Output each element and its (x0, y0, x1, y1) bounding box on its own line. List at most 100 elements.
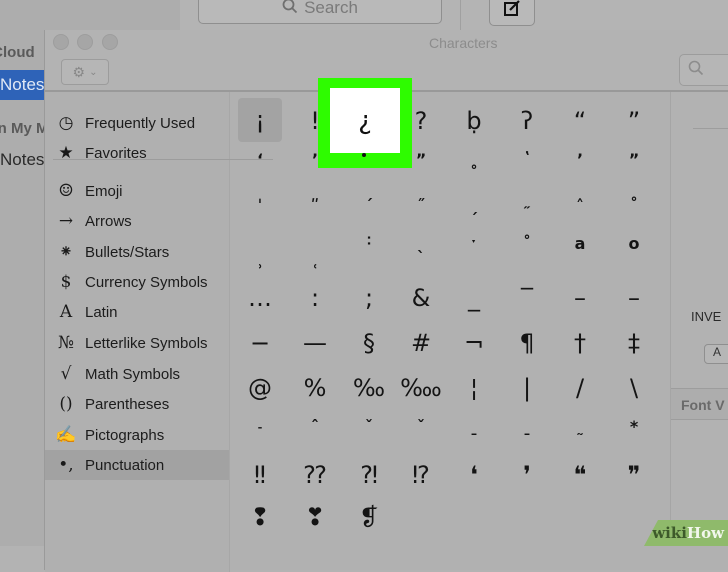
character-cell[interactable]: ⁈ (344, 460, 394, 490)
character-cell[interactable]: ˝ (396, 190, 446, 220)
character-cell[interactable]: ¡ (238, 98, 282, 142)
character-cell[interactable]: ḅ (449, 106, 499, 136)
category-item-letterlike-symbols[interactable]: № Letterlike Symbols (45, 328, 229, 358)
character-cell[interactable]: ˒ (235, 252, 285, 282)
character-cell[interactable]: ❜ (502, 460, 552, 490)
character-cell[interactable]: % (290, 373, 340, 403)
category-item-arrows[interactable]: → Arrows (45, 206, 229, 236)
character-cell[interactable]: ˚ (502, 228, 552, 258)
character-cell[interactable]: ʔ (502, 106, 552, 136)
category-item-currency-symbols[interactable]: $ Currency Symbols (45, 267, 229, 297)
character-cell[interactable]: ˏ (449, 190, 499, 220)
compose-note-button[interactable] (489, 0, 535, 26)
character-cell[interactable]: ˮ (609, 144, 659, 174)
character-cell[interactable]: ¦ (449, 373, 499, 403)
character-cell[interactable]: ❞ (609, 460, 659, 490)
category-item-punctuation[interactable]: •, Punctuation (45, 450, 229, 480)
character-cell[interactable]: ˳ (449, 144, 499, 174)
character-cell[interactable]: \ (609, 373, 659, 403)
category-item-frequently-used[interactable]: ◷ Frequently Used (45, 108, 229, 138)
character-cell[interactable]: ˎ (396, 228, 446, 258)
character-cell[interactable]: ˑ (449, 228, 499, 258)
character-cell[interactable]: “ (555, 106, 605, 136)
character-cell[interactable]: ‼ (235, 460, 285, 490)
category-item-parentheses[interactable]: () Parentheses (45, 389, 229, 419)
character-cell[interactable]: − (235, 328, 285, 358)
character-cell[interactable]: ❡ (344, 502, 394, 532)
close-window-button[interactable] (53, 34, 69, 50)
sidebar-item-icloud-notes[interactable]: Notes (0, 70, 48, 100)
category-label: Frequently Used (85, 114, 196, 132)
category-item-favorites[interactable]: ★ Favorites (45, 138, 229, 168)
character-cell[interactable]: ‾ (502, 283, 552, 313)
punctuation-icon: •, (58, 455, 74, 475)
minimize-window-button[interactable] (77, 34, 93, 50)
character-cell[interactable]: ⁉ (396, 460, 446, 490)
character-cell[interactable]: ˍ (502, 411, 552, 441)
character-cell[interactable]: ˆ (290, 411, 340, 441)
character-cell[interactable]: – (555, 283, 605, 313)
character-cell[interactable]: ˗ (235, 411, 285, 441)
character-cell[interactable]: † (555, 328, 605, 358)
zoom-window-button[interactable] (102, 34, 118, 50)
character-cell[interactable]: / (555, 373, 605, 403)
character-cell[interactable]: _ (449, 283, 499, 313)
character-cell[interactable]: ‡ (609, 328, 659, 358)
character-cell[interactable]: : (290, 283, 340, 313)
category-item-bullets-stars[interactable]: ⁕ Bullets/Stars (45, 237, 229, 267)
category-item-math-symbols[interactable]: √ Math Symbols (45, 359, 229, 389)
character-cell[interactable]: ” (609, 106, 659, 136)
character-cell[interactable]: ❢ (235, 502, 285, 532)
compose-icon (503, 0, 521, 22)
character-cell[interactable]: ; (344, 283, 394, 313)
character-cell[interactable]: — (290, 328, 340, 358)
character-cell[interactable]: # (396, 328, 446, 358)
category-item-latin[interactable]: A Latin (45, 297, 229, 327)
character-cell[interactable]: ʻ (235, 144, 285, 174)
category-item-emoji[interactable]: ☺ Emoji (45, 176, 229, 206)
character-cell[interactable]: ʽ (502, 144, 552, 174)
character-cell[interactable]: * (609, 411, 659, 441)
font-variation-header[interactable]: Font V (671, 388, 728, 420)
character-cell[interactable]: o (609, 228, 659, 258)
character-cell[interactable]: ❝ (555, 460, 605, 490)
character-cell[interactable]: ˇ (396, 411, 446, 441)
category-item-pictographs[interactable]: ✍ Pictographs (45, 420, 229, 450)
character-cell[interactable]: & (396, 283, 446, 313)
character-cell[interactable]: ˇ (344, 411, 394, 441)
character-cell[interactable]: § (344, 328, 394, 358)
add-to-favorites-button[interactable]: A (704, 344, 728, 364)
character-cell[interactable]: ˓ (290, 252, 340, 282)
highlighted-character-cell[interactable]: ¿ (318, 78, 412, 168)
character-cell[interactable]: a (555, 228, 605, 258)
character-cell[interactable]: ʼ (555, 144, 605, 174)
character-cell[interactable]: ʺ (290, 190, 340, 220)
character-cell[interactable]: ˍ (449, 411, 499, 441)
notes-search-field[interactable]: Search (198, 0, 442, 24)
character-cell[interactable]: ❛ (449, 460, 499, 490)
character-cell[interactable]: ˸ (344, 228, 394, 258)
character-cell[interactable]: … (235, 283, 285, 313)
character-cell[interactable]: ˷ (555, 411, 605, 441)
character-cell[interactable]: ˈ (235, 190, 285, 220)
character-cell[interactable]: ‰ (344, 373, 394, 403)
character-cell[interactable]: ¬ (449, 328, 499, 358)
action-menu-button[interactable]: ⚙ ⌄ (61, 59, 109, 85)
character-cell[interactable]: ‱ (396, 373, 446, 403)
character-cell[interactable]: ˶ (502, 190, 552, 220)
character-dot (362, 153, 366, 157)
search-placeholder: Search (304, 0, 358, 17)
characters-search-field[interactable] (679, 54, 728, 86)
character-cell[interactable]: ❣ (290, 502, 340, 532)
window-title: Characters (429, 35, 498, 51)
character-cell[interactable]: | (502, 373, 552, 403)
category-label: Currency Symbols (85, 273, 208, 291)
character-cell[interactable]: ¶ (502, 328, 552, 358)
character-cell[interactable]: ˄ (555, 190, 605, 220)
character-cell[interactable]: @ (235, 373, 285, 403)
character-cell[interactable]: ⁇ (290, 460, 340, 490)
sidebar-item-mac-notes[interactable]: Notes (0, 150, 44, 170)
character-cell[interactable]: ˊ (344, 190, 394, 220)
character-cell[interactable]: – (609, 283, 659, 313)
character-cell[interactable]: ˚ (609, 190, 659, 220)
